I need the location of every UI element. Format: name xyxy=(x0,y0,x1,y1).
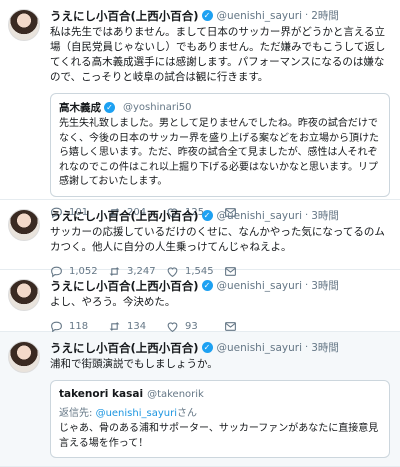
verified-badge-icon: ✓ xyxy=(104,101,115,113)
verified-badge-icon: ✓ xyxy=(201,210,213,221)
tweet[interactable]: うえにし小百合(上西小百合) ✓ @uenishi_sayuri · 3時間 サ… xyxy=(0,200,400,278)
tweet-text: 浦和で街頭演説でもしましょうか。 xyxy=(50,358,218,370)
display-name[interactable]: うえにし小百合(上西小百合) xyxy=(50,8,199,24)
quoted-tweet[interactable]: 高木義成 ✓ @yoshinari50 先生失礼致しました。男として足りませんで… xyxy=(50,93,390,197)
reply-to-handle[interactable]: @uenishi_sayuri xyxy=(96,408,177,419)
user-handle[interactable]: @uenishi_sayuri xyxy=(217,10,303,22)
like-button[interactable]: 93 xyxy=(166,320,224,333)
like-count: 93 xyxy=(185,320,198,332)
quoted-user-handle: @takenorik xyxy=(147,388,204,400)
tweet-header: うえにし小百合(上西小百合) ✓ @uenishi_sayuri · 3時間 xyxy=(50,340,390,355)
reply-to-line: 返信先: @uenishi_sayuriさん xyxy=(59,404,381,419)
display-name[interactable]: うえにし小百合(上西小百合) xyxy=(50,278,199,294)
retweet-icon xyxy=(109,321,120,331)
avatar[interactable] xyxy=(8,209,40,241)
quoted-tweet[interactable]: takenori kasai @takenorik 返信先: @uenishi_… xyxy=(50,380,390,458)
tweet[interactable]: うえにし小百合(上西小百合) ✓ @uenishi_sayuri · 3時間 よ… xyxy=(0,270,400,333)
separator-dot: · xyxy=(305,342,309,353)
verified-badge-icon: ✓ xyxy=(201,280,213,291)
separator-dot: · xyxy=(305,280,309,291)
timestamp[interactable]: 3時間 xyxy=(311,208,339,223)
user-handle[interactable]: @uenishi_sayuri xyxy=(217,342,303,354)
reply-button[interactable]: 118 xyxy=(50,320,108,333)
retweet-count: 134 xyxy=(127,320,147,332)
verified-badge-icon: ✓ xyxy=(201,10,213,21)
separator-dot: · xyxy=(305,10,309,21)
quoted-tweet-text: 先生失礼致しました。男として足りませんでしたね。昨夜の試合だけでなく、今後の日本… xyxy=(59,118,379,187)
display-name[interactable]: うえにし小百合(上西小百合) xyxy=(50,340,199,356)
reply-count: 118 xyxy=(69,320,89,332)
quoted-tweet-text: じゃあ、骨のある浦和サポーター、サッカーファンがあなたに直接意見言える場を作って… xyxy=(59,423,379,449)
avatar[interactable] xyxy=(8,9,40,41)
avatar[interactable] xyxy=(8,341,40,373)
quoted-display-name: takenori kasai xyxy=(59,388,144,400)
mail-icon xyxy=(225,321,236,331)
tweet-text: サッカーの応援しているだけのくせに、なんかやった気になってるのムカつく。他人に自… xyxy=(50,226,385,253)
direct-message-button[interactable] xyxy=(224,320,244,333)
heart-icon xyxy=(167,321,178,332)
timeline: うえにし小百合(上西小百合) ✓ @uenishi_sayuri · 2時間 私… xyxy=(0,0,400,467)
timestamp[interactable]: 2時間 xyxy=(311,8,339,23)
verified-badge-icon: ✓ xyxy=(201,342,213,353)
reply-to-prefix: 返信先: xyxy=(59,408,93,419)
tweet-header: うえにし小百合(上西小百合) ✓ @uenishi_sayuri · 3時間 xyxy=(50,278,390,293)
retweet-button[interactable]: 134 xyxy=(108,320,166,333)
timestamp[interactable]: 3時間 xyxy=(311,340,339,355)
tweet[interactable]: うえにし小百合(上西小百合) ✓ @uenishi_sayuri · 2時間 私… xyxy=(0,0,400,219)
user-handle[interactable]: @uenishi_sayuri xyxy=(217,210,303,222)
user-handle[interactable]: @uenishi_sayuri xyxy=(217,280,303,292)
reply-icon xyxy=(51,321,62,333)
display-name[interactable]: うえにし小百合(上西小百合) xyxy=(50,208,199,224)
tweet-header: うえにし小百合(上西小百合) ✓ @uenishi_sayuri · 3時間 xyxy=(50,208,390,223)
separator-dot: · xyxy=(305,210,309,221)
reply-to-suffix: さん xyxy=(176,408,197,419)
tweet-header: うえにし小百合(上西小百合) ✓ @uenishi_sayuri · 2時間 xyxy=(50,8,390,23)
avatar[interactable] xyxy=(8,279,40,311)
tweet-text: よし、やろう。今決めた。 xyxy=(50,296,176,308)
tweet-text: 私は先生ではありません。まして日本のサッカー界がどうかと言える立場（自民党員じゃ… xyxy=(50,26,386,83)
quoted-display-name: 高木義成 xyxy=(59,101,101,114)
quoted-user-handle: @yoshinari50 xyxy=(123,101,192,113)
timestamp[interactable]: 3時間 xyxy=(311,278,339,293)
tweet[interactable]: うえにし小百合(上西小百合) ✓ @uenishi_sayuri · 3時間 浦… xyxy=(0,332,400,467)
